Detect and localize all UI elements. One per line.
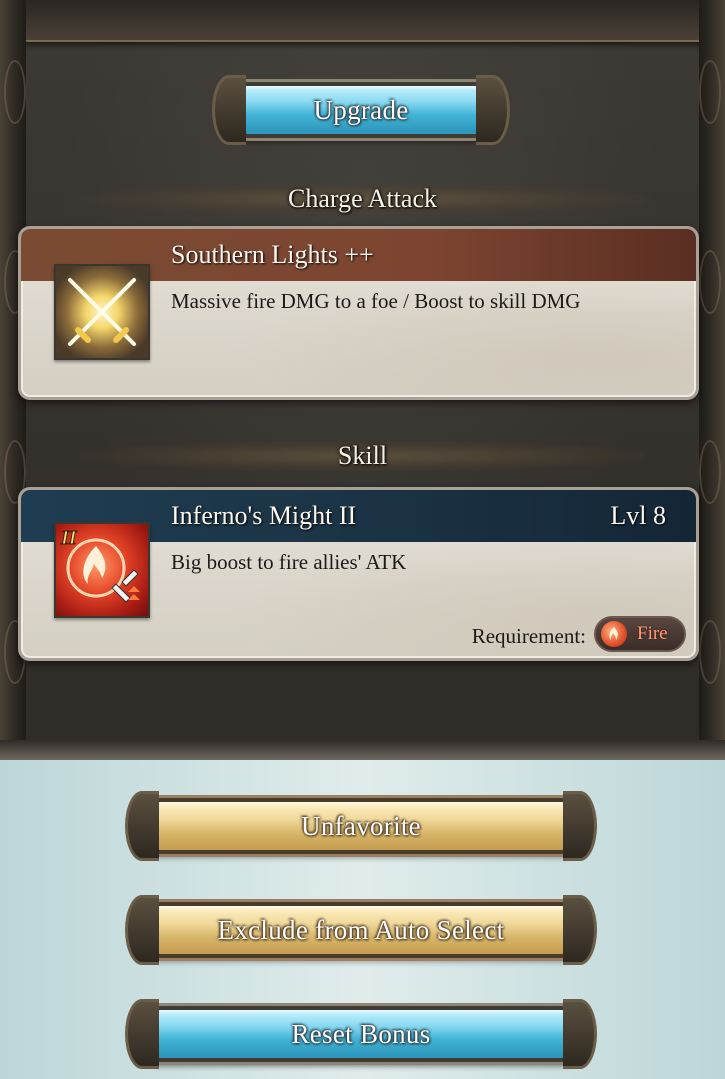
button-cap-left: [125, 999, 159, 1069]
requirement-element: Fire: [637, 623, 668, 644]
skill-icon-badge: II: [60, 527, 78, 549]
fire-atk-up-icon-graphic: II: [60, 527, 140, 603]
button-cap-right: [563, 999, 597, 1069]
panel-top-bar: [14, 0, 715, 42]
upgrade-button-label: Upgrade: [313, 94, 409, 125]
charge-attack-name: Southern Lights ++: [171, 240, 374, 269]
button-cap-right: [563, 895, 597, 965]
requirement-fire-badge: Fire: [594, 616, 686, 652]
charge-attack-description: Massive fire DMG to a foe / Boost to ski…: [171, 289, 581, 313]
upgrade-button[interactable]: Upgrade: [212, 75, 510, 145]
button-cap-left: [125, 791, 159, 861]
weapon-detail-panel: Upgrade Charge Attack Southern Lights ++…: [0, 0, 725, 762]
fire-element-icon-graphic: [609, 627, 618, 640]
crossed-swords-icon-graphic: [68, 278, 136, 346]
charge-attack-card[interactable]: Southern Lights ++ Massive fire DMG to a…: [18, 226, 699, 400]
unfavorite-button-label: Unfavorite: [301, 810, 421, 841]
requirement-label: Requirement:: [471, 624, 586, 648]
charge-attack-header: Charge Attack: [80, 184, 645, 214]
skill-card[interactable]: II Inferno's Might II Lvl 8 Big boost to…: [18, 487, 699, 661]
unfavorite-button[interactable]: Unfavorite: [125, 791, 597, 861]
skill-description: Big boost to fire allies' ATK: [171, 550, 407, 574]
fire-element-icon: [601, 621, 627, 647]
action-area: Unfavorite Exclude from Auto Select Rese…: [0, 760, 725, 1079]
skill-level: Lvl 8: [610, 501, 666, 530]
skill-name: Inferno's Might II: [171, 501, 357, 530]
panel-bottom-edge: [0, 740, 725, 762]
skill-header-label: Skill: [337, 441, 388, 470]
exclude-auto-select-button-label: Exclude from Auto Select: [217, 914, 505, 945]
crossed-swords-icon: [54, 264, 150, 360]
reset-bonus-button[interactable]: Reset Bonus: [125, 999, 597, 1069]
panel-frame-right: [699, 0, 725, 750]
frame-ornament: [699, 440, 721, 504]
button-cap-left: [125, 895, 159, 965]
charge-attack-header-label: Charge Attack: [288, 184, 437, 213]
reset-bonus-button-label: Reset Bonus: [291, 1018, 431, 1049]
button-cap-right: [563, 791, 597, 861]
frame-ornament: [699, 60, 721, 124]
frame-ornament: [4, 60, 26, 124]
exclude-auto-select-button[interactable]: Exclude from Auto Select: [125, 895, 597, 965]
button-cap-left: [212, 75, 246, 145]
frame-ornament: [699, 250, 721, 314]
frame-ornament: [699, 620, 721, 684]
skill-header: Skill: [80, 441, 645, 471]
fire-atk-up-icon: II: [54, 522, 150, 618]
button-cap-right: [476, 75, 510, 145]
